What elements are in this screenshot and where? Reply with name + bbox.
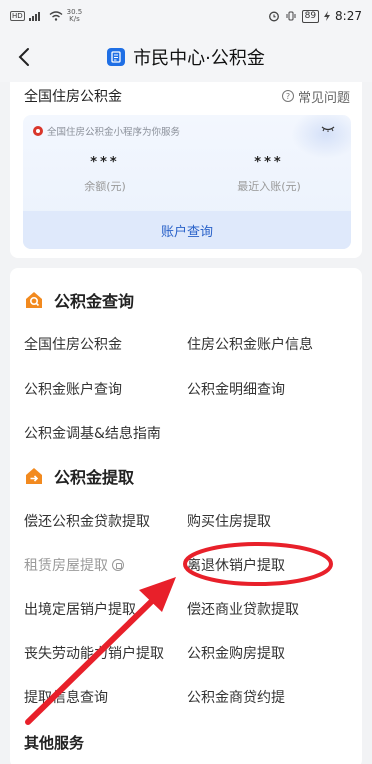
withdraw-item[interactable]: 购买住房提取 [187, 511, 271, 531]
back-button[interactable] [10, 42, 38, 72]
query-section-title: 公积金查询 [54, 292, 135, 311]
account-card: 全国住房公积金 ? 常见问题 全国住房公积金小程序为你服务 *** 余额(元) … [10, 82, 362, 258]
alarm-icon [268, 11, 279, 22]
balance-label: 余额(元) [84, 180, 126, 193]
lock-icon [112, 559, 124, 571]
balance-panel: 全国住房公积金小程序为你服务 *** 余额(元) *** 最近入账(元) 账户查… [23, 115, 351, 249]
nav-bar: 市民中心·公积金 [0, 32, 372, 82]
signal-icon [28, 12, 40, 21]
network-speed: 30.5 K/s [67, 9, 83, 23]
house-withdraw-icon [26, 468, 42, 484]
query-item[interactable]: 全国住房公积金 [24, 334, 122, 354]
other-services-title: 其他服务 [24, 734, 85, 752]
recent-deposit-value: *** [254, 155, 284, 170]
page-title-text: 市民中心·公积金 [133, 48, 265, 69]
faq-link[interactable]: ? 常见问题 [281, 87, 350, 106]
withdraw-item[interactable]: 公积金商贷约提 [187, 687, 285, 707]
recent-deposit-label: 最近入账(元) [237, 180, 301, 193]
page-title: 市民中心·公积金 [107, 44, 265, 70]
services-card: 公积金查询 全国住房公积金 住房公积金账户信息 公积金账户查询 公积金明细查询 … [10, 268, 362, 764]
house-search-icon [26, 292, 42, 308]
mini-program-tip-text: 全国住房公积金小程序为你服务 [47, 127, 181, 138]
query-item[interactable]: 公积金账户查询 [24, 379, 122, 399]
mini-program-icon [33, 126, 43, 136]
withdraw-item[interactable]: 偿还公积金贷款提取 [24, 511, 150, 531]
balance-value: *** [90, 155, 120, 170]
withdraw-section-header: 公积金提取 [24, 464, 134, 488]
withdraw-item[interactable]: 提取信息查询 [24, 687, 108, 707]
wifi-icon [49, 11, 63, 21]
withdraw-item-disabled: 租赁房屋提取 [24, 555, 124, 575]
status-bar: HD 30.5 K/s 89 8:27 [0, 0, 372, 32]
query-item[interactable]: 公积金明细查询 [187, 379, 285, 399]
query-item[interactable]: 公积金调基&结息指南 [24, 423, 161, 443]
battery-indicator: 89 [301, 9, 320, 23]
faq-label: 常见问题 [297, 90, 350, 106]
balance-column: *** 余额(元) [23, 155, 187, 194]
eye-closed-icon[interactable] [321, 126, 335, 132]
chevron-left-icon [18, 48, 29, 66]
question-icon: ? [281, 90, 294, 102]
query-section-header: 公积金查询 [24, 288, 134, 312]
recent-deposit-column: *** 最近入账(元) [187, 155, 351, 194]
document-icon [107, 48, 126, 66]
mini-program-tip: 全国住房公积金小程序为你服务 [33, 124, 180, 138]
withdraw-item[interactable]: 公积金购房提取 [187, 643, 285, 663]
decoration [291, 115, 351, 159]
withdraw-item[interactable]: 丧失劳动能力销户提取 [24, 643, 164, 663]
charging-icon [324, 11, 331, 21]
speed-unit: K/s [69, 15, 80, 23]
account-query-button[interactable]: 账户查询 [23, 211, 351, 249]
account-card-title: 全国住房公积金 [24, 89, 122, 105]
withdraw-section-title: 公积金提取 [54, 468, 135, 487]
vibrate-icon [286, 11, 296, 21]
query-item[interactable]: 住房公积金账户信息 [187, 334, 313, 354]
clock: 8:27 [335, 9, 362, 23]
hd-badge: HD [10, 11, 25, 21]
withdraw-item-retirement[interactable]: 离退休销户提取 [187, 555, 285, 575]
withdraw-item[interactable]: 偿还商业贷款提取 [187, 599, 299, 619]
withdraw-item-label: 租赁房屋提取 [24, 558, 108, 574]
withdraw-item[interactable]: 出境定居销户提取 [24, 599, 136, 619]
